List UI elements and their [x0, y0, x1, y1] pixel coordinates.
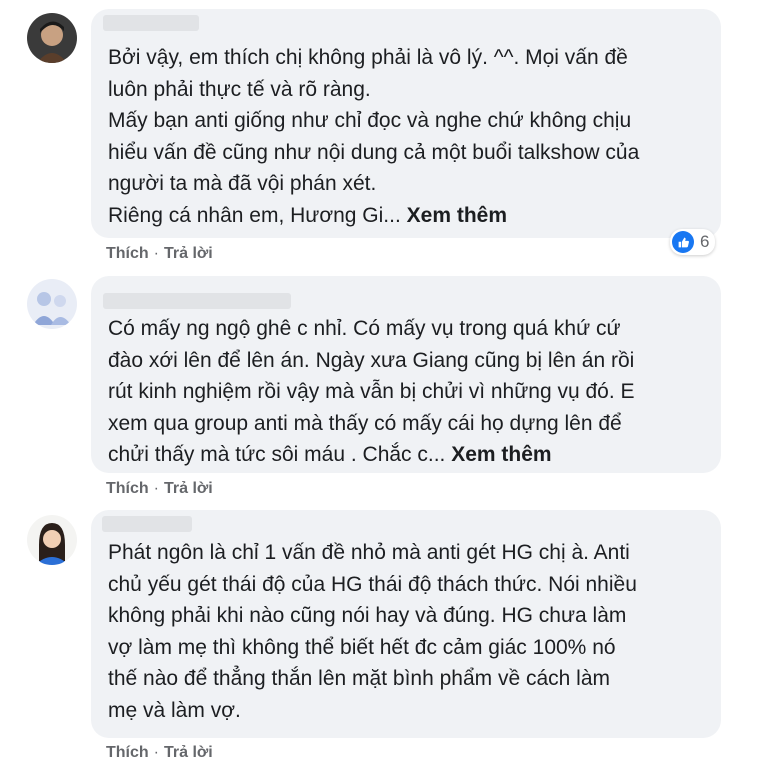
comment-bubble: Có mấy ng ngộ ghê c nhỉ. Có mấy vụ trong…	[91, 276, 721, 473]
comment-actions: Thích · Trả lời	[106, 480, 213, 498]
comment-bubble: Phát ngôn là chỉ 1 vấn đề nhỏ mà anti gé…	[91, 510, 721, 738]
separator-dot: ·	[153, 245, 159, 262]
comment-3: Phát ngôn là chỉ 1 vấn đề nhỏ mà anti gé…	[0, 510, 780, 771]
avatar[interactable]	[27, 279, 77, 329]
comment-bubble: Bởi vậy, em thích chị không phải là vô l…	[91, 9, 721, 238]
like-reaction-icon	[672, 231, 694, 253]
separator-dot: ·	[153, 744, 159, 761]
author-name-redacted[interactable]	[102, 516, 192, 532]
comment-text: Bởi vậy, em thích chị không phải là vô l…	[108, 46, 640, 227]
see-more-link[interactable]: Xem thêm	[451, 443, 551, 466]
comment-text: Có mấy ng ngộ ghê c nhỉ. Có mấy vụ trong…	[108, 317, 635, 466]
reply-button[interactable]: Trả lời	[164, 480, 213, 498]
reaction-count-badge[interactable]: 6	[670, 229, 716, 255]
see-more-link[interactable]: Xem thêm	[407, 204, 507, 227]
comment-text: Phát ngôn là chỉ 1 vấn đề nhỏ mà anti gé…	[108, 541, 637, 722]
like-button[interactable]: Thích	[106, 245, 149, 263]
comment-actions: Thích · Trả lời	[106, 744, 213, 762]
avatar[interactable]	[27, 515, 77, 565]
avatar-photo-icon	[27, 279, 77, 329]
avatar-photo-icon	[27, 515, 77, 565]
comment-actions: Thích · Trả lời	[106, 245, 213, 263]
like-button[interactable]: Thích	[106, 744, 149, 762]
author-name-redacted[interactable]	[103, 15, 199, 31]
reply-button[interactable]: Trả lời	[164, 245, 213, 263]
reaction-count: 6	[700, 232, 710, 251]
author-name-redacted[interactable]	[103, 293, 291, 309]
comment-1: Bởi vậy, em thích chị không phải là vô l…	[0, 0, 780, 270]
comment-2: Có mấy ng ngộ ghê c nhỉ. Có mấy vụ trong…	[0, 270, 780, 510]
separator-dot: ·	[153, 480, 159, 497]
avatar[interactable]	[27, 13, 77, 63]
reply-button[interactable]: Trả lời	[164, 744, 213, 762]
avatar-photo-icon	[27, 13, 77, 63]
like-button[interactable]: Thích	[106, 480, 149, 498]
